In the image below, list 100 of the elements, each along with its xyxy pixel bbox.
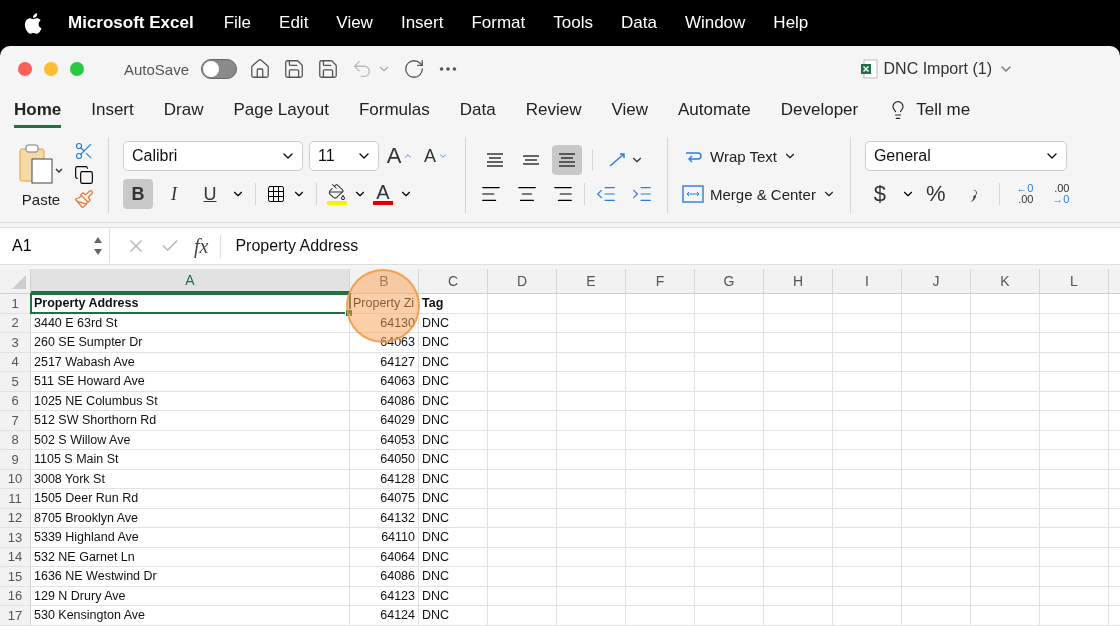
function-button[interactable]: fx <box>194 234 222 258</box>
table-cell: 3008 York St <box>31 469 350 488</box>
menu-item[interactable]: View <box>336 13 373 33</box>
table-cell: Tag <box>419 294 488 313</box>
redo-icon[interactable] <box>403 58 426 80</box>
save-icon[interactable] <box>283 58 306 80</box>
table-cell: 2517 Wabash Ave <box>31 352 350 371</box>
row-header[interactable]: 5 <box>0 372 31 391</box>
table-cell: 512 SW Shorthorn Rd <box>31 411 350 430</box>
column-header[interactable]: F <box>626 269 695 293</box>
menu-item[interactable]: Edit <box>279 13 309 33</box>
ribbon-tab[interactable]: Data <box>459 92 496 128</box>
merge-center-button[interactable]: Merge & Center <box>682 179 836 209</box>
ribbon-tab[interactable]: Automate <box>678 92 751 128</box>
app-menu[interactable]: Microsoft Excel <box>68 13 194 33</box>
font-size-select[interactable]: 11 <box>309 141 379 171</box>
row-header[interactable]: 15 <box>0 567 31 586</box>
row-header[interactable]: 17 <box>0 606 31 625</box>
font-color-button[interactable]: A <box>373 183 393 205</box>
autosave-toggle[interactable] <box>201 59 238 79</box>
table-cell: Property Address <box>31 294 350 313</box>
row-header[interactable]: 3 <box>0 333 31 352</box>
table-cell: 64063 <box>350 372 419 391</box>
ribbon-tab[interactable]: Formulas <box>358 92 430 128</box>
table-cell: 64128 <box>350 469 419 488</box>
column-header[interactable]: E <box>557 269 626 293</box>
table-cell: 532 NE Garnet Ln <box>31 547 350 566</box>
menu-item[interactable]: Insert <box>400 13 444 33</box>
table-cell: 502 S Willow Ave <box>31 430 350 449</box>
table-cell: 3440 E 63rd St <box>31 313 350 332</box>
grow-font-button[interactable]: A <box>385 141 415 171</box>
column-header[interactable]: C <box>419 269 488 293</box>
menu-item[interactable]: Tools <box>553 13 593 33</box>
ribbon-tab[interactable]: Page Layout <box>233 92 329 128</box>
table-cell: DNC <box>419 333 488 352</box>
percent-button[interactable]: % <box>920 179 951 209</box>
borders-icon[interactable] <box>266 184 286 204</box>
table-cell: 260 SE Sumpter Dr <box>31 333 350 352</box>
menu-item[interactable]: Help <box>773 13 809 33</box>
table-cell: 64063 <box>350 333 419 352</box>
column-header[interactable]: G <box>695 269 764 293</box>
row-header[interactable]: 11 <box>0 489 31 508</box>
table-cell: 64127 <box>350 352 419 371</box>
column-header[interactable]: A <box>31 269 350 293</box>
table-cell: 64124 <box>350 606 419 625</box>
table-cell: DNC <box>419 547 488 566</box>
ribbon-tab[interactable]: View <box>611 92 648 128</box>
menu-item[interactable]: File <box>223 13 252 33</box>
formula-input[interactable]: Property Address <box>235 237 359 255</box>
table-cell: 5339 Highland Ave <box>31 528 350 547</box>
align-bottom-button[interactable] <box>552 145 582 175</box>
close-button[interactable] <box>18 62 32 76</box>
increase-decimal-button[interactable]: ←0 .00 <box>1009 179 1040 209</box>
table-cell: 530 Kensington Ave <box>31 606 350 625</box>
wrap-text-button[interactable]: Wrap Text <box>682 141 836 171</box>
row-header[interactable]: 1 <box>0 294 31 313</box>
table-cell: 129 N Drury Ave <box>31 586 350 605</box>
underline-button[interactable]: U <box>195 179 225 209</box>
column-header[interactable]: K <box>971 269 1040 293</box>
caret-icon <box>403 151 414 161</box>
ribbon-tab[interactable]: Review <box>525 92 582 128</box>
fill-color-button[interactable] <box>327 183 347 205</box>
table-cell: 64075 <box>350 489 419 508</box>
column-header[interactable]: I <box>833 269 902 293</box>
ribbon-tab[interactable]: Home <box>14 92 62 128</box>
ribbon-tab[interactable]: Insert <box>91 92 134 128</box>
home-icon[interactable] <box>249 58 272 80</box>
align-bottom-icon <box>558 153 576 167</box>
table-cell: 64110 <box>350 528 419 547</box>
decrease-decimal-button[interactable]: .00 →0 <box>1045 179 1076 209</box>
menu-item[interactable]: Format <box>471 13 526 33</box>
column-header[interactable]: H <box>764 269 833 293</box>
tell-me-button[interactable]: Tell me <box>888 92 971 128</box>
number-format-select[interactable]: General <box>864 141 1067 171</box>
menu-item[interactable]: Data <box>620 13 657 33</box>
column-header[interactable]: J <box>902 269 971 293</box>
apple-icon[interactable] <box>24 12 42 34</box>
ribbon-tab[interactable]: Draw <box>163 92 204 128</box>
copy-icon[interactable] <box>74 165 94 185</box>
row-header[interactable]: 7 <box>0 411 31 430</box>
ribbon-tab[interactable]: Developer <box>780 92 859 128</box>
table-cell: 64086 <box>350 391 419 410</box>
table-cell: Property Zi <box>350 294 419 313</box>
cut-icon[interactable] <box>74 141 94 161</box>
bold-button[interactable]: B <box>123 179 153 209</box>
currency-button[interactable]: $ <box>864 179 895 209</box>
paste-button[interactable]: Paste <box>18 142 64 208</box>
shrink-font-button[interactable]: A <box>421 141 451 171</box>
document-title[interactable]: DNC Import (1) <box>859 59 1014 79</box>
font-name-select[interactable]: Calibri <box>123 141 303 171</box>
column-header[interactable]: D <box>488 269 557 293</box>
table-cell: DNC <box>419 391 488 410</box>
column-header[interactable]: L <box>1040 269 1109 293</box>
table-cell: 64029 <box>350 411 419 430</box>
table-cell: DNC <box>419 586 488 605</box>
row-header[interactable]: 9 <box>0 450 31 469</box>
row-header[interactable]: 13 <box>0 528 31 547</box>
italic-button[interactable]: I <box>159 179 189 209</box>
table-cell: DNC <box>419 606 488 625</box>
menu-item[interactable]: Window <box>684 13 746 33</box>
